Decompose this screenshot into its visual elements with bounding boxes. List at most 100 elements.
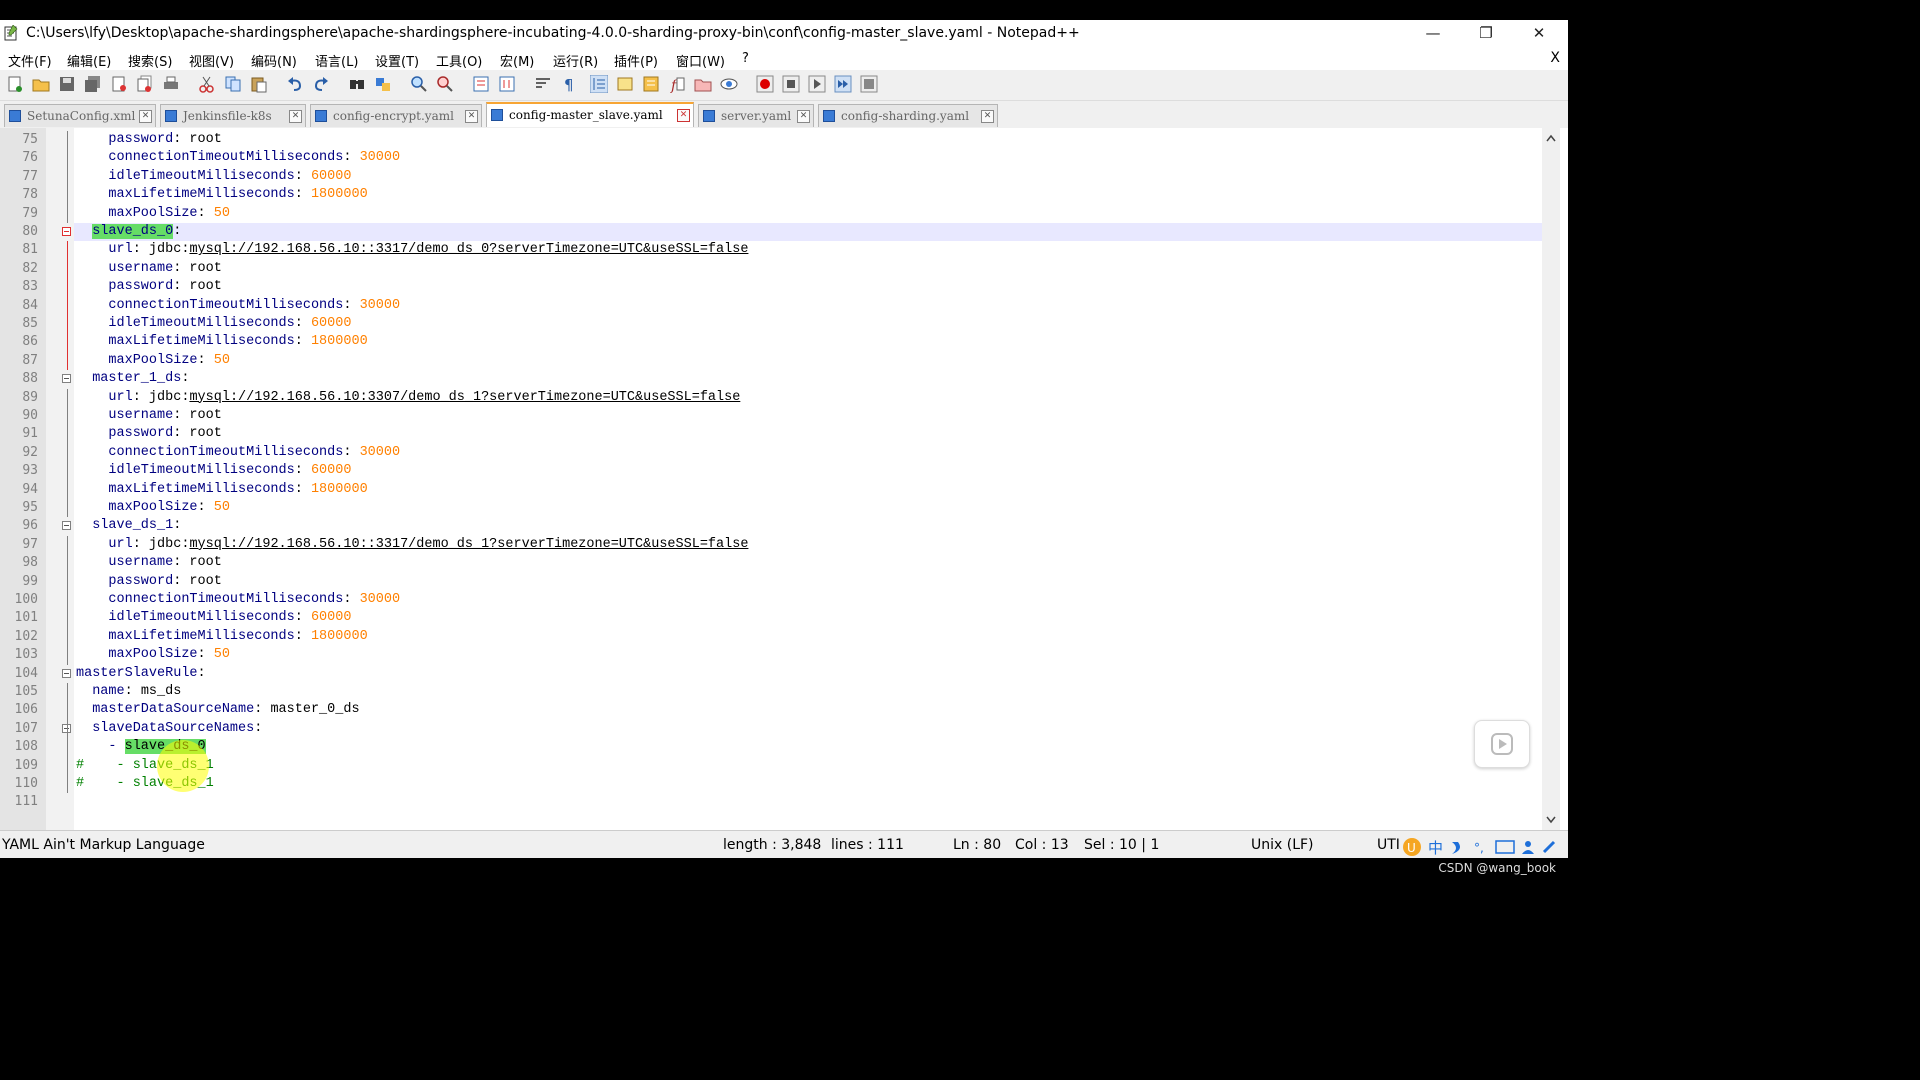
doc-map-icon[interactable] [642,75,660,93]
fold-toggle-icon[interactable] [62,374,71,384]
line-code[interactable]: idleTimeoutMilliseconds: 60000 [76,463,351,478]
save-macro-icon[interactable] [860,75,878,93]
scroll-up-icon[interactable] [1546,134,1556,142]
tab-setunaconfig[interactable]: SetunaConfig.xml ✕ [4,104,156,127]
indent-guide-icon[interactable] [590,75,608,93]
sync-h-icon[interactable] [498,75,516,93]
print-icon[interactable] [162,75,180,93]
undo-icon[interactable] [286,75,304,93]
tab-config-sharding[interactable]: config-sharding.yaml ✕ [818,104,998,127]
line-code[interactable]: password: root [76,574,221,589]
minimize-button[interactable]: — [1410,20,1456,48]
line-code[interactable]: idleTimeoutMilliseconds: 60000 [76,610,351,625]
cut-icon[interactable] [198,75,216,93]
line-code[interactable]: maxLifetimeMilliseconds: 1800000 [76,187,367,202]
close-window-button[interactable]: ✕ [1516,20,1562,48]
find-icon[interactable] [348,75,366,93]
line-code[interactable]: connectionTimeoutMilliseconds: 30000 [76,445,400,460]
udl-icon[interactable] [616,75,634,93]
line-code[interactable]: name: ms_ds [76,684,181,699]
menu-settings[interactable]: 设置(T) [375,51,419,70]
vertical-scrollbar[interactable] [1542,128,1560,830]
code-editor[interactable]: 75 password: root 76 connectionTimeoutMil… [0,128,1568,830]
line-code[interactable]: maxLifetimeMilliseconds: 1800000 [76,629,367,644]
ime-toolbar[interactable]: U 中 °, [1402,836,1562,858]
line-code[interactable]: maxLifetimeMilliseconds: 1800000 [76,334,367,349]
url-link[interactable]: mysql://192.168.56.10::3317/demo_ds_1?se… [189,537,748,552]
play-icon[interactable] [1491,733,1513,755]
stop-macro-icon[interactable] [782,75,800,93]
line-code[interactable]: maxPoolSize: 50 [76,500,230,515]
line-code[interactable]: maxPoolSize: 50 [76,206,230,221]
tab-config-encrypt[interactable]: config-encrypt.yaml ✕ [310,104,482,127]
monitor-icon[interactable] [720,75,738,93]
close-all-icon[interactable] [136,75,154,93]
save-icon[interactable] [58,75,76,93]
paste-icon[interactable] [250,75,268,93]
tab-close-icon[interactable]: ✕ [981,110,994,123]
menu-language[interactable]: 语言(L) [315,51,358,70]
line-code[interactable]: connectionTimeoutMilliseconds: 30000 [76,298,400,313]
menu-run[interactable]: 运行(R) [553,51,598,70]
line-code[interactable]: password: root [76,279,221,294]
menu-help[interactable]: ? [742,51,749,66]
tab-close-icon[interactable]: ✕ [139,110,152,123]
line-code[interactable]: username: root [76,408,221,423]
line-code[interactable]: url: jdbc:mysql://192.168.56.10::3317/de… [76,242,748,257]
menu-macro[interactable]: 宏(M) [500,51,534,70]
line-code[interactable]: slave_ds_0: [76,224,181,239]
line-code[interactable]: maxPoolSize: 50 [76,647,230,662]
fold-toggle-icon[interactable] [62,227,71,236]
url-link[interactable]: mysql://192.168.56.10::3317/demo_ds_0?se… [189,242,748,257]
zoom-out-icon[interactable] [436,75,454,93]
new-file-icon[interactable] [6,75,24,93]
line-code[interactable]: masterSlaveRule: [76,666,206,681]
line-code[interactable]: connectionTimeoutMilliseconds: 30000 [76,592,400,607]
status-encoding[interactable]: UTI [1377,837,1400,853]
fold-toggle-icon[interactable] [62,521,71,531]
line-code[interactable]: username: root [76,555,221,570]
line-code[interactable]: slave_ds_1: [76,518,181,533]
line-code[interactable]: url: jdbc:mysql://192.168.56.10:3307/dem… [76,390,740,405]
line-code[interactable]: idleTimeoutMilliseconds: 60000 [76,316,351,331]
menu-window[interactable]: 窗口(W) [676,51,725,70]
tab-jenkinsfile[interactable]: Jenkinsfile-k8s ✕ [160,104,306,127]
line-code[interactable]: url: jdbc:mysql://192.168.56.10::3317/de… [76,537,748,552]
open-file-icon[interactable] [32,75,50,93]
line-code[interactable]: password: root [76,132,221,147]
restore-button[interactable]: ❐ [1463,20,1509,48]
status-eol[interactable]: Unix (LF) [1251,837,1314,853]
wrap-icon[interactable] [534,75,552,93]
menu-plugins[interactable]: 插件(P) [614,51,658,70]
line-code[interactable]: maxPoolSize: 50 [76,353,230,368]
menu-file[interactable]: 文件(F) [8,51,52,70]
menu-edit[interactable]: 编辑(E) [67,51,111,70]
copy-icon[interactable] [224,75,242,93]
play-macro-icon[interactable] [808,75,826,93]
tab-close-icon[interactable]: ✕ [465,110,478,123]
line-code[interactable]: masterDataSourceName: master_0_ds [76,702,359,717]
tab-config-master-slave[interactable]: config-master_slave.yaml ✕ [486,102,694,127]
run-macro-multiple-icon[interactable] [834,75,852,93]
tab-close-icon[interactable]: ✕ [797,110,810,123]
scroll-down-icon[interactable] [1546,816,1556,824]
url-link[interactable]: mysql://192.168.56.10:3307/demo_ds_1?ser… [189,390,740,405]
replace-icon[interactable] [374,75,392,93]
line-code[interactable]: maxLifetimeMilliseconds: 1800000 [76,482,367,497]
video-play-widget[interactable] [1474,720,1530,768]
line-code[interactable]: slaveDataSourceNames: [76,721,262,736]
redo-icon[interactable] [312,75,330,93]
menu-encoding[interactable]: 编码(N) [251,51,297,70]
save-all-icon[interactable] [84,75,102,93]
sync-v-icon[interactable] [472,75,490,93]
line-code[interactable]: idleTimeoutMilliseconds: 60000 [76,169,351,184]
fold-toggle-icon[interactable] [62,668,71,678]
close-document-button[interactable]: X [1550,50,1560,66]
line-code[interactable]: master_1_ds: [76,371,189,386]
menu-tools[interactable]: 工具(O) [436,51,482,70]
function-list-icon[interactable]: f [668,75,686,93]
tab-close-icon[interactable]: ✕ [289,110,302,123]
line-code[interactable]: password: root [76,426,221,441]
line-code[interactable]: username: root [76,261,221,276]
line-code[interactable]: connectionTimeoutMilliseconds: 30000 [76,150,400,165]
